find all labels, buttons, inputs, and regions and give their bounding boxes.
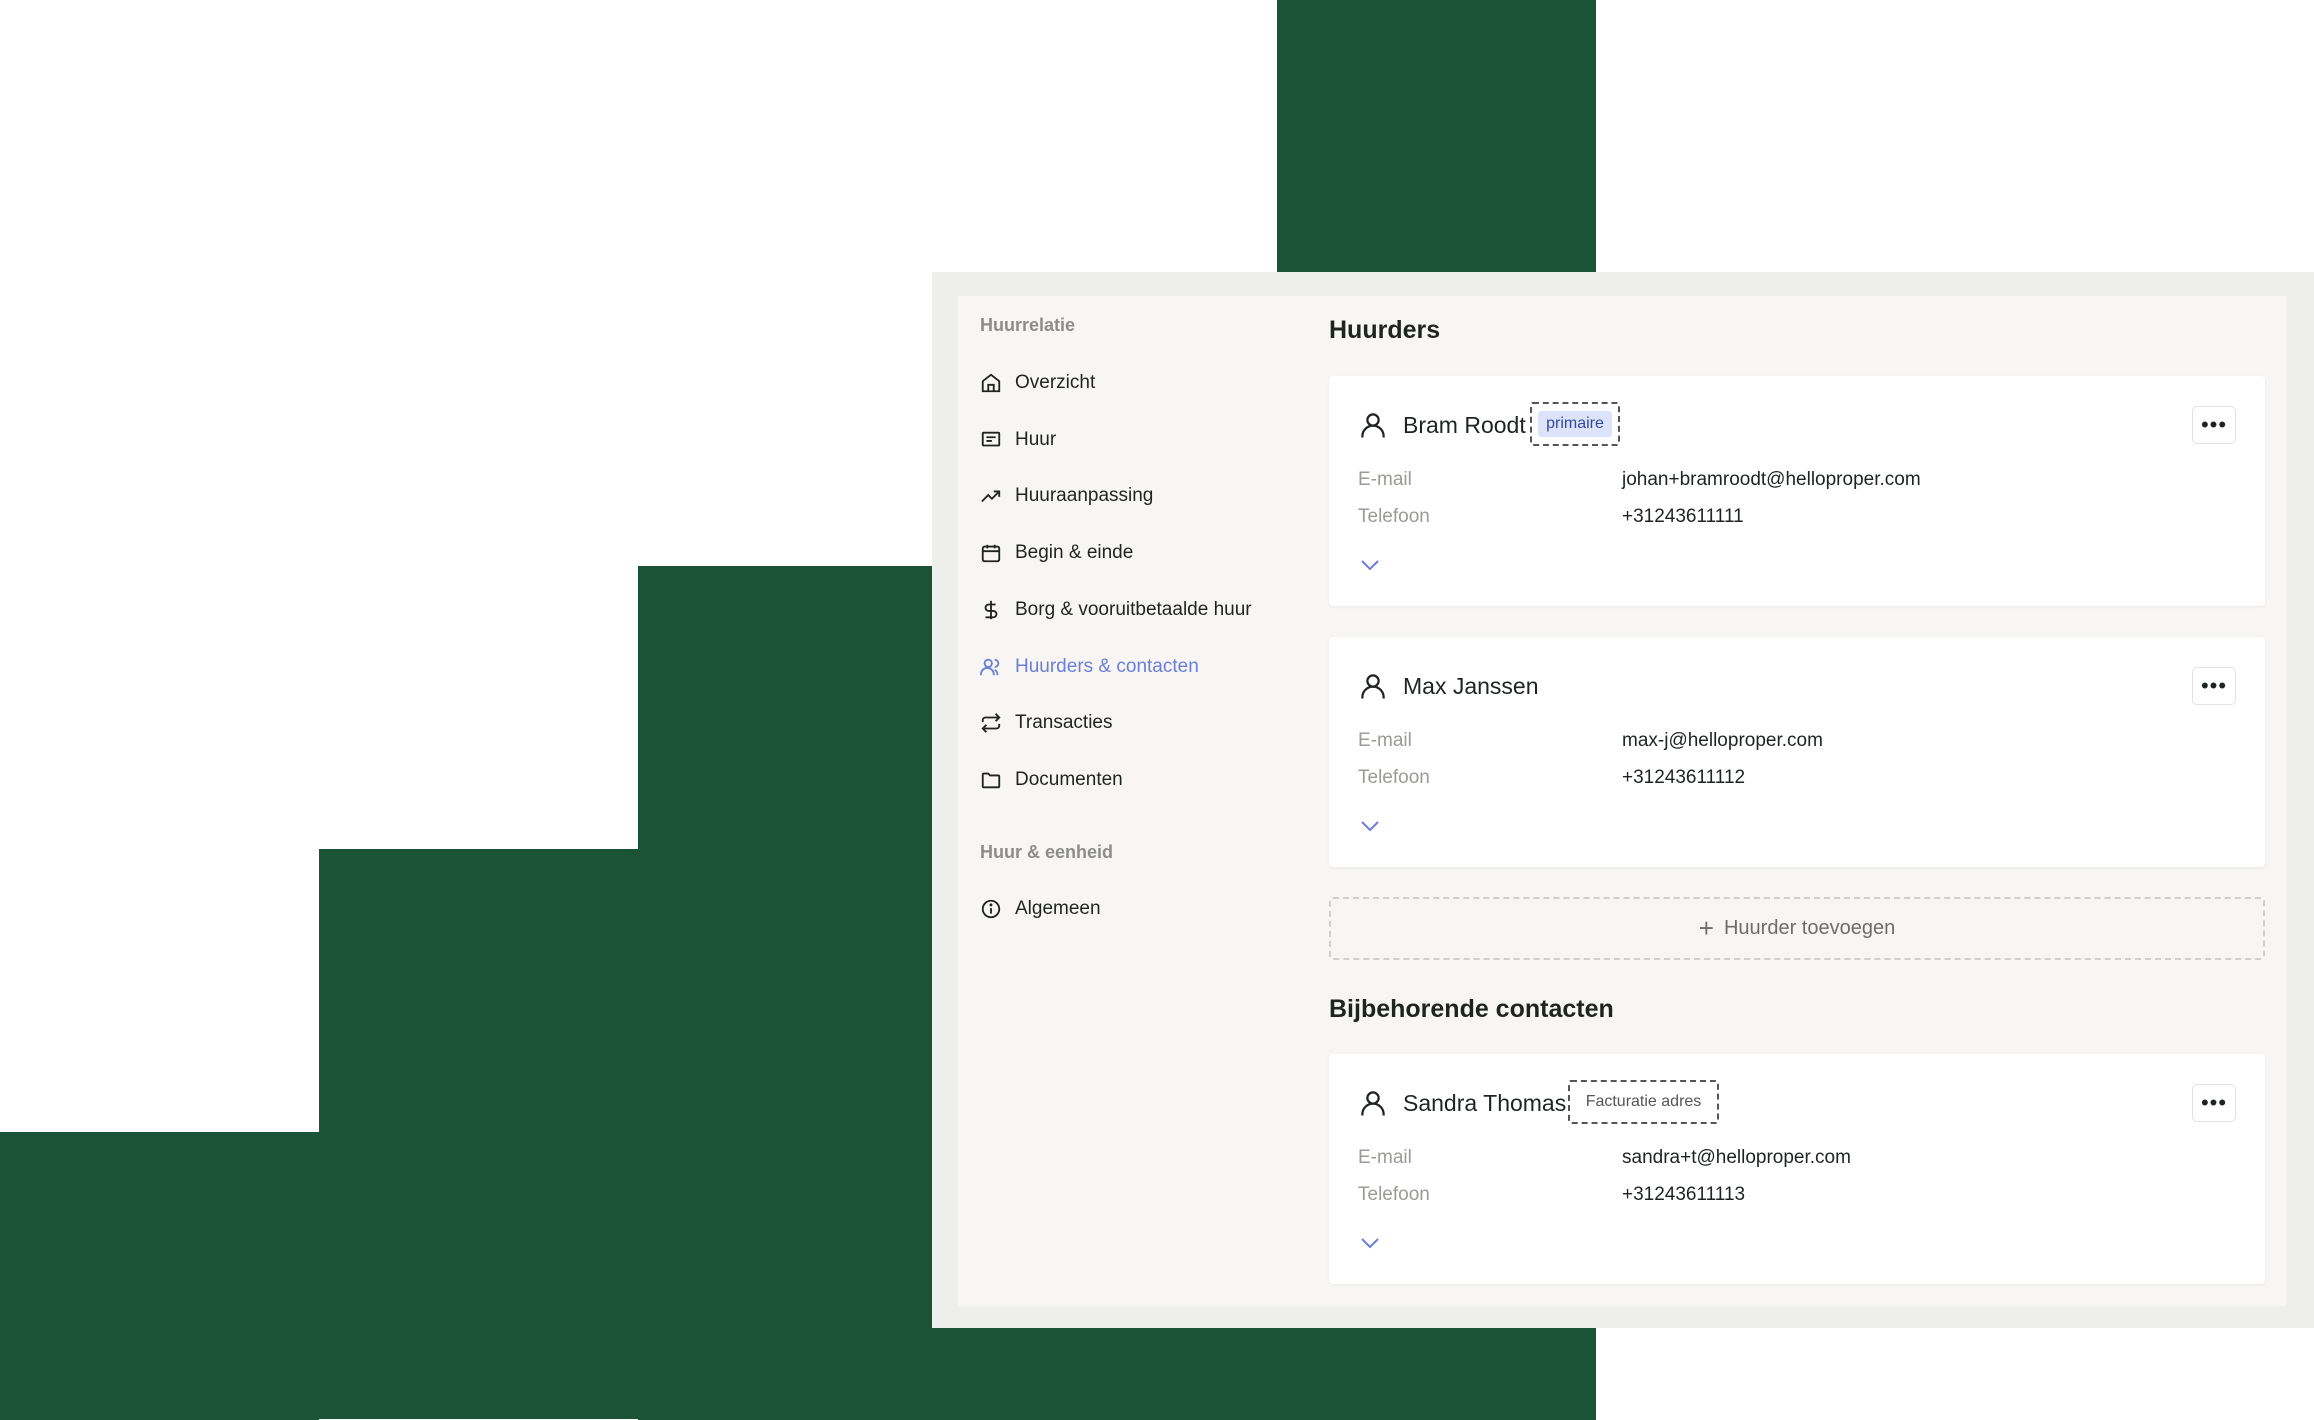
sidebar-item-algemeen[interactable]: Algemeen — [980, 892, 1101, 926]
sidebar-item-label: Huur — [1015, 429, 1057, 450]
message-icon — [980, 429, 1002, 451]
email-label: E-mail — [1358, 730, 1412, 751]
chevron-down-icon[interactable] — [1358, 1231, 1382, 1255]
more-icon: ••• — [2200, 1090, 2228, 1115]
sidebar-item-documenten[interactable]: Documenten — [980, 763, 1123, 797]
email-value: johan+bramroodt@helloproper.com — [1622, 469, 1921, 490]
tenant-name: Bram Roodt — [1403, 412, 1526, 438]
dollar-icon — [980, 599, 1002, 621]
email-value: sandra+t@helloproper.com — [1622, 1147, 1851, 1168]
sidebar-item-label: Algemeen — [1015, 898, 1101, 919]
more-options-button[interactable]: ••• — [2192, 667, 2236, 705]
phone-label: Telefoon — [1358, 506, 1430, 527]
phone-label: Telefoon — [1358, 767, 1430, 788]
sidebar-item-overzicht[interactable]: Overzicht — [980, 366, 1095, 400]
tenant-card: Max Janssen ••• E-mail max-j@helloproper… — [1329, 637, 2265, 867]
phone-value: +31243611113 — [1622, 1184, 1746, 1205]
sidebar-item-label: Begin & einde — [1015, 542, 1134, 563]
bg-shape-step3 — [0, 1132, 319, 1420]
bg-shape-step1 — [638, 566, 932, 1328]
bg-shape-top — [1277, 0, 1596, 272]
folder-icon — [980, 769, 1002, 791]
sidebar-item-label: Borg & vooruitbetaalde huur — [1015, 599, 1252, 620]
bg-shape-step2 — [319, 849, 638, 1419]
tenants-title: Huurders — [1329, 316, 1441, 344]
plus-icon: + — [1698, 913, 1714, 943]
phone-value: +31243611112 — [1622, 767, 1746, 788]
status-badge: Facturatie adres — [1568, 1080, 1719, 1124]
sidebar-section-huur-eenheid: Huur & eenheid — [980, 842, 1114, 862]
email-label: E-mail — [1358, 1147, 1412, 1168]
status-badge: primaire — [1530, 402, 1620, 446]
sidebar-item-label: Documenten — [1015, 769, 1123, 790]
chevron-down-icon[interactable] — [1358, 814, 1382, 838]
tenant-name: Max Janssen — [1403, 673, 1539, 699]
add-tenant-button[interactable]: + Huurder toevoegen — [1329, 897, 2265, 960]
sidebar-item-borg[interactable]: Borg & vooruitbetaalde huur — [980, 593, 1252, 627]
users-icon — [980, 656, 1002, 678]
add-tenant-label: Huurder toevoegen — [1723, 917, 1896, 939]
trending-up-icon — [980, 485, 1002, 507]
chevron-down-icon[interactable] — [1358, 553, 1382, 577]
bg-shape-bottom — [638, 1328, 1596, 1420]
person-icon — [1361, 1091, 1385, 1116]
contact-name: Sandra Thomas — [1403, 1090, 1567, 1116]
sidebar-section-huurrelatie: Huurrelatie — [980, 315, 1076, 335]
home-icon — [980, 372, 1002, 394]
sidebar-item-label: Transacties — [1015, 712, 1113, 733]
more-icon: ••• — [2200, 673, 2228, 698]
sidebar-item-label: Overzicht — [1015, 372, 1096, 393]
person-icon — [1361, 413, 1385, 438]
person-icon — [1361, 674, 1385, 699]
sidebar-item-begin-einde[interactable]: Begin & einde — [980, 536, 1133, 570]
contacts-title: Bijbehorende contacten — [1329, 995, 1614, 1023]
badge-label: primaire — [1538, 411, 1612, 437]
sidebar-item-huuraanpassing[interactable]: Huuraanpassing — [980, 479, 1153, 513]
info-icon — [980, 898, 1002, 920]
repeat-icon — [980, 712, 1002, 734]
contact-card: Sandra Thomas Facturatie adres ••• E-mai… — [1329, 1054, 2265, 1284]
sidebar-item-transacties[interactable]: Transacties — [980, 706, 1113, 740]
calendar-icon — [980, 542, 1002, 564]
more-icon: ••• — [2200, 412, 2228, 437]
badge-label: Facturatie adres — [1585, 1093, 1702, 1110]
more-options-button[interactable]: ••• — [2192, 406, 2236, 444]
phone-label: Telefoon — [1358, 1184, 1430, 1205]
phone-value: +31243611111 — [1622, 506, 1744, 527]
more-options-button[interactable]: ••• — [2192, 1084, 2236, 1122]
email-value: max-j@helloproper.com — [1622, 730, 1823, 751]
sidebar-item-label: Huuraanpassing — [1015, 485, 1154, 506]
tenant-card: Bram Roodt primaire ••• E-mail johan+bra… — [1329, 376, 2265, 606]
email-label: E-mail — [1358, 469, 1412, 490]
sidebar-item-huur[interactable]: Huur — [980, 423, 1056, 457]
sidebar-item-huurders-contacten[interactable]: Huurders & contacten — [980, 650, 1199, 684]
sidebar-item-label: Huurders & contacten — [1015, 656, 1199, 677]
